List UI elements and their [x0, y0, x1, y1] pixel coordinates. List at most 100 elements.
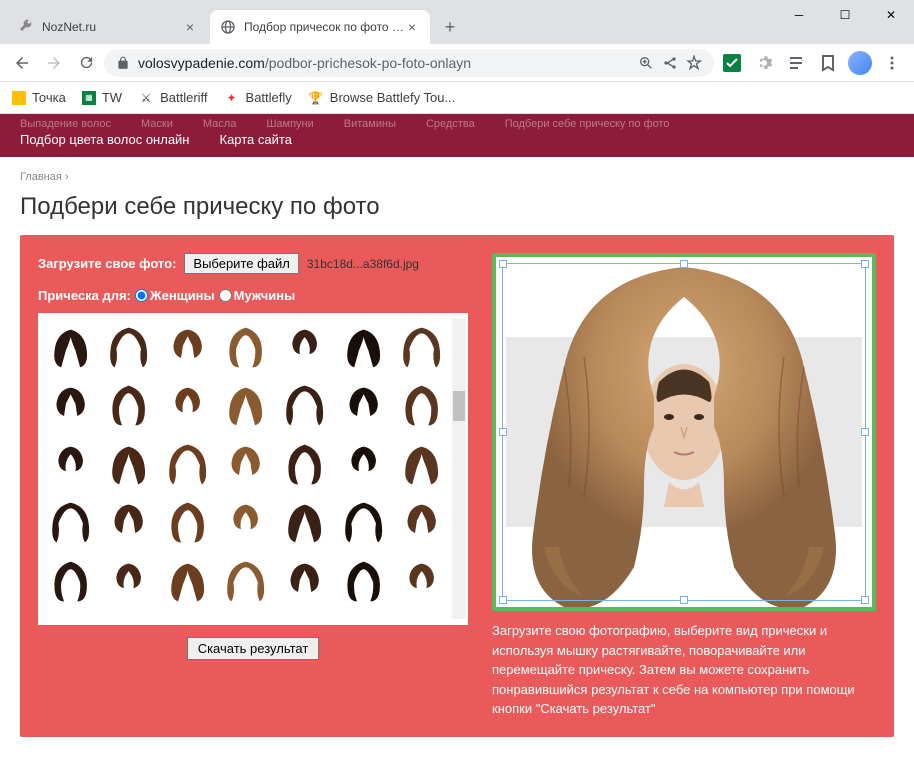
hairstyle-option[interactable]: [103, 553, 156, 606]
scrollbar[interactable]: [452, 319, 466, 619]
hairstyle-option[interactable]: [161, 553, 214, 606]
hairstyle-option[interactable]: [103, 378, 156, 431]
browser-toolbar: volosvypadenie.com/podbor-prichesok-po-f…: [0, 44, 914, 82]
hairstyle-option[interactable]: [161, 612, 214, 619]
hairstyle-option[interactable]: [44, 436, 97, 489]
globe-icon: [220, 19, 236, 35]
hairstyle-option[interactable]: [395, 378, 448, 431]
hairstyle-option[interactable]: [161, 378, 214, 431]
extension-check-icon[interactable]: [718, 49, 746, 77]
download-button[interactable]: Скачать результат: [187, 637, 320, 660]
resize-handle[interactable]: [861, 428, 869, 436]
instructions-text: Загрузите свою фотографию, выберите вид …: [492, 621, 876, 719]
share-icon[interactable]: [662, 55, 678, 71]
hairstyle-option[interactable]: [220, 436, 273, 489]
resize-handle[interactable]: [680, 260, 688, 268]
hairstyle-option[interactable]: [44, 553, 97, 606]
hairstyle-option[interactable]: [337, 378, 390, 431]
resize-handle[interactable]: [861, 596, 869, 604]
hairstyle-option[interactable]: [44, 319, 97, 372]
breadcrumb: Главная ›: [0, 157, 914, 189]
hairstyle-grid: [38, 313, 468, 625]
hairstyle-option[interactable]: [278, 495, 331, 548]
extension-gear-icon[interactable]: [750, 49, 778, 77]
hairstyle-option[interactable]: [161, 436, 214, 489]
hairstyle-option[interactable]: [278, 319, 331, 372]
hairstyle-option[interactable]: [44, 495, 97, 548]
preview-canvas[interactable]: [492, 253, 876, 611]
forward-button[interactable]: [40, 49, 68, 77]
breadcrumb-home[interactable]: Главная: [20, 171, 62, 183]
resize-handle[interactable]: [499, 428, 507, 436]
bookmark-tochka[interactable]: Точка: [12, 90, 66, 105]
hairstyle-option[interactable]: [103, 612, 156, 619]
site-nav: Выпадение волосМаскиМаслаШампуниВитамины…: [0, 114, 914, 157]
bookmark-battlefly[interactable]: ✦Battlefly: [224, 90, 292, 106]
hairstyle-option[interactable]: [278, 436, 331, 489]
hairstyle-option[interactable]: [220, 319, 273, 372]
hairstyle-option[interactable]: [337, 436, 390, 489]
minimize-button[interactable]: ─: [776, 0, 822, 30]
hairstyle-option[interactable]: [278, 612, 331, 619]
extension-bookmark-icon[interactable]: [814, 49, 842, 77]
resize-handle[interactable]: [861, 260, 869, 268]
bookmark-tw[interactable]: ▦TW: [82, 90, 122, 105]
selection-rect[interactable]: [502, 263, 866, 601]
hairstyle-option[interactable]: [220, 495, 273, 548]
address-bar[interactable]: volosvypadenie.com/podbor-prichesok-po-f…: [104, 49, 714, 77]
new-tab-button[interactable]: +: [436, 13, 464, 41]
hairstyle-option[interactable]: [337, 495, 390, 548]
resize-handle[interactable]: [499, 260, 507, 268]
reload-button[interactable]: [72, 49, 100, 77]
profile-avatar[interactable]: [846, 49, 874, 77]
hairstyle-option[interactable]: [337, 319, 390, 372]
close-icon[interactable]: ×: [404, 19, 420, 35]
star-icon[interactable]: [686, 55, 702, 71]
hairstyle-option[interactable]: [337, 553, 390, 606]
menu-button[interactable]: [878, 49, 906, 77]
close-icon[interactable]: ×: [182, 19, 198, 35]
hairstyle-option[interactable]: [395, 436, 448, 489]
hairstyle-option[interactable]: [337, 612, 390, 619]
hairstyle-option[interactable]: [220, 612, 273, 619]
nav-link[interactable]: Подбор цвета волос онлайн: [20, 132, 190, 147]
hairstyle-option[interactable]: [220, 553, 273, 606]
tab-noznet[interactable]: NozNet.ru ×: [8, 10, 208, 44]
back-button[interactable]: [8, 49, 36, 77]
hairstyle-option[interactable]: [220, 378, 273, 431]
resize-handle[interactable]: [499, 596, 507, 604]
zoom-icon[interactable]: [638, 55, 654, 71]
wrench-icon: [18, 19, 34, 35]
hairstyle-option[interactable]: [395, 319, 448, 372]
resize-handle[interactable]: [680, 596, 688, 604]
hairstyle-option[interactable]: [103, 495, 156, 548]
bookmark-battleriff[interactable]: ⚔Battleriff: [138, 90, 207, 106]
window-controls: ─ ☐ ✕: [776, 0, 914, 32]
tab-hairstyle[interactable]: Подбор причесок по фото онла ×: [210, 10, 430, 44]
hairstyle-option[interactable]: [278, 553, 331, 606]
tab-title: NozNet.ru: [42, 20, 182, 34]
bookmarks-bar: Точка ▦TW ⚔Battleriff ✦Battlefly 🏆Browse…: [0, 82, 914, 114]
hairstyle-option[interactable]: [395, 553, 448, 606]
hairstyle-option[interactable]: [161, 319, 214, 372]
url-text: volosvypadenie.com/podbor-prichesok-po-f…: [138, 55, 630, 71]
upload-label: Загрузите свое фото:: [38, 256, 176, 271]
bookmark-battlefy[interactable]: 🏆Browse Battlefy Tou...: [308, 90, 456, 106]
maximize-button[interactable]: ☐: [822, 0, 868, 30]
hairstyle-option[interactable]: [395, 495, 448, 548]
hairstyle-option[interactable]: [161, 495, 214, 548]
hairstyle-option[interactable]: [44, 612, 97, 619]
radio-female[interactable]: Женщины: [135, 288, 215, 303]
close-button[interactable]: ✕: [868, 0, 914, 30]
hairstyle-option[interactable]: [103, 319, 156, 372]
tab-title: Подбор причесок по фото онла: [244, 20, 404, 34]
hairstyle-option[interactable]: [103, 436, 156, 489]
nav-link[interactable]: Карта сайта: [220, 132, 292, 147]
choose-file-button[interactable]: Выберите файл: [184, 253, 298, 274]
lock-icon: [116, 56, 130, 70]
radio-male[interactable]: Мужчины: [219, 288, 296, 303]
extension-list-icon[interactable]: [782, 49, 810, 77]
hairstyle-option[interactable]: [395, 612, 448, 619]
hairstyle-option[interactable]: [278, 378, 331, 431]
hairstyle-option[interactable]: [44, 378, 97, 431]
